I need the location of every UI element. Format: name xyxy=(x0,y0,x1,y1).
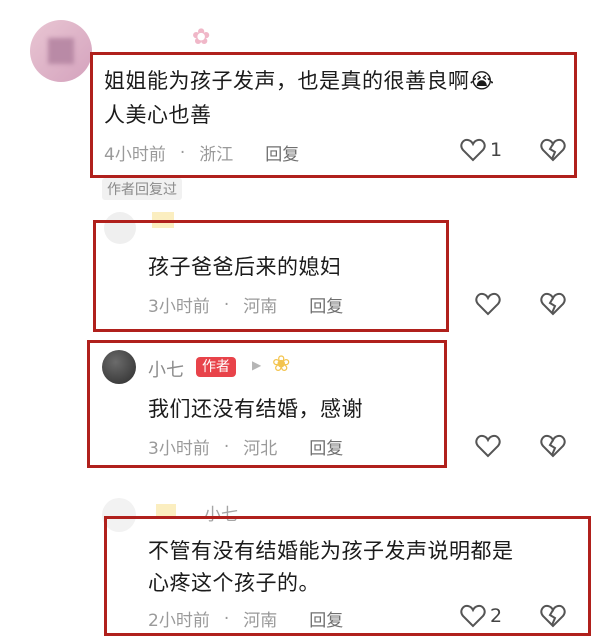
like-button[interactable]: 2 xyxy=(460,604,502,628)
reply-button[interactable]: 回复 xyxy=(265,140,299,165)
broken-heart-icon xyxy=(540,292,566,316)
dislike-button[interactable] xyxy=(540,434,566,458)
author-avatar[interactable] xyxy=(102,350,136,384)
heart-icon xyxy=(460,604,486,628)
like-button[interactable] xyxy=(475,434,501,458)
like-count: 1 xyxy=(490,139,503,161)
like-count: 2 xyxy=(490,605,503,627)
comment-location: 河南 xyxy=(243,297,278,317)
comment-meta: 4小时前 · 浙江 回复 xyxy=(104,140,299,166)
reply-button[interactable]: 回复 xyxy=(309,606,343,631)
comment-text: 不管有没有结婚能为孩子发声说明都是 xyxy=(148,539,514,563)
comment-location: 河北 xyxy=(243,439,278,459)
comment-text: 孩子爸爸后来的媳妇 xyxy=(148,255,342,279)
author-name[interactable]: 小七 xyxy=(148,356,184,382)
heart-icon xyxy=(475,434,501,458)
reply-button[interactable]: 回复 xyxy=(309,434,343,459)
broken-heart-icon xyxy=(540,138,566,162)
flower-sticker-icon: ✿ xyxy=(192,25,211,50)
like-button[interactable]: 1 xyxy=(460,138,502,162)
heart-icon xyxy=(475,292,501,316)
broken-heart-icon xyxy=(540,604,566,628)
reply-button[interactable]: 回复 xyxy=(309,292,343,317)
play-arrow-icon: ▶ xyxy=(252,358,262,372)
avatar[interactable] xyxy=(30,20,92,82)
comment-time: 3小时前 xyxy=(148,297,210,317)
comment-text: 姐姐能为孩子发声，也是真的很善良啊😭 xyxy=(104,69,495,93)
comment-text: 人美心也善 xyxy=(104,103,212,127)
dislike-button[interactable] xyxy=(540,138,566,162)
dislike-button[interactable] xyxy=(540,292,566,316)
comment-time: 4小时前 xyxy=(104,145,166,165)
comment-time: 2小时前 xyxy=(148,611,210,631)
comment-meta: 3小时前 · 河北 回复 xyxy=(148,434,343,460)
like-button[interactable] xyxy=(475,292,501,316)
flower-sticker-icon: ❀ xyxy=(272,352,291,377)
dislike-button[interactable] xyxy=(540,604,566,628)
broken-heart-icon xyxy=(540,434,566,458)
author-badge: 作者 xyxy=(196,357,236,377)
comment-meta: 2小时前 · 河南 回复 xyxy=(148,606,343,632)
comment-meta: 3小时前 · 河南 回复 xyxy=(148,292,343,318)
comment-text: 心疼这个孩子的。 xyxy=(148,571,320,595)
comment-location: 河南 xyxy=(243,611,278,631)
comment-location: 浙江 xyxy=(199,145,234,165)
comment-time: 3小时前 xyxy=(148,439,210,459)
heart-icon xyxy=(460,138,486,162)
comment-text: 我们还没有结婚，感谢 xyxy=(148,397,363,421)
author-replied-tag: 作者回复过 xyxy=(102,178,182,200)
